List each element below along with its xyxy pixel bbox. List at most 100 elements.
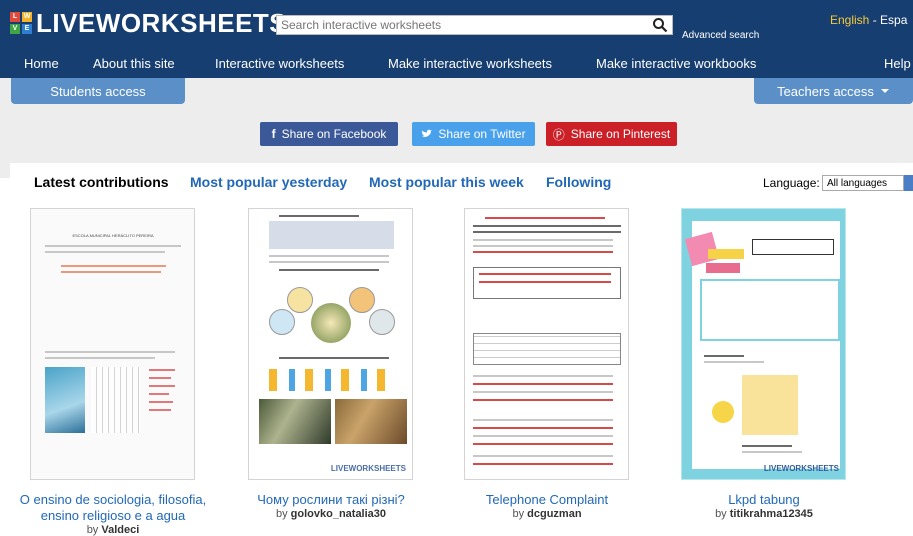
search-input[interactable]: [277, 16, 645, 34]
thumbnail-text-line: [473, 391, 613, 393]
students-access-tab[interactable]: Students access: [11, 78, 185, 104]
tab-following[interactable]: Following: [546, 174, 611, 190]
liveworksheets-watermark: LIVEWORKSHEETS: [330, 464, 406, 473]
nav-make-worksheets[interactable]: Make interactive worksheets: [388, 56, 552, 71]
lang-english-link[interactable]: English: [830, 13, 869, 27]
share-twitter-button[interactable]: Share on Twitter: [412, 122, 535, 146]
logo-tile-e: E: [22, 24, 32, 34]
plant-image: [311, 303, 351, 343]
author-name[interactable]: golovko_natalia30: [291, 508, 386, 520]
teachers-access-tab[interactable]: Teachers access: [754, 78, 913, 104]
share-twitter-label: Share on Twitter: [438, 127, 526, 141]
thumbnail-school-header: ESCOLA MUNICIPAL HERÁCLITO PEREIRA: [72, 233, 154, 238]
teachers-access-label: Teachers access: [777, 83, 874, 99]
thumbnail-text-line: [61, 265, 166, 267]
worksheet-author-2: by golovko_natalia30: [226, 508, 436, 520]
thumbnail-text-line: [742, 451, 802, 453]
share-pinterest-button[interactable]: Ⓟ Share on Pinterest: [546, 122, 677, 146]
author-name[interactable]: Valdeci: [101, 524, 139, 536]
search-icon[interactable]: [652, 17, 668, 33]
logo-tiles-icon: L W V E: [10, 12, 32, 34]
thumbnail-text-line: [45, 351, 175, 353]
thumbnail-text-line: [45, 357, 155, 359]
pinterest-icon: Ⓟ: [552, 127, 565, 142]
label-tag: [706, 263, 740, 273]
thumbnail-text-line: [279, 215, 359, 217]
thumbnail-text-line: [473, 239, 613, 241]
thumbnail-text-line: [704, 361, 764, 363]
lang-separator: -: [872, 13, 877, 27]
main-nav: Home About this site Interactive workshe…: [0, 48, 913, 78]
lang-espanol-link[interactable]: Espa: [880, 13, 907, 27]
worksheet-author-4: by titikrahma12345: [659, 508, 869, 520]
thumbnail-text-line: [479, 273, 611, 275]
advanced-search-link[interactable]: Advanced search: [682, 30, 759, 41]
instruction-box: [473, 267, 621, 299]
language-links: English - Espa: [830, 13, 907, 27]
by-label: by: [275, 508, 288, 520]
share-facebook-label: Share on Facebook: [281, 127, 387, 141]
author-name[interactable]: dcguzman: [527, 508, 581, 520]
worksheet-thumbnail-1[interactable]: ESCOLA MUNICIPAL HERÁCLITO PEREIRA: [30, 208, 195, 480]
thumbnail-text-line: [45, 245, 181, 247]
worksheet-title-1-line2[interactable]: ensino religioso e a agua: [8, 508, 218, 523]
thumbnail-text-line: [473, 455, 613, 457]
duck-icon: [712, 401, 734, 423]
site-logo[interactable]: L W V E LIVEWORKSHEETS: [10, 8, 287, 38]
facebook-icon: f: [271, 127, 276, 141]
worksheet-thumbnail-2[interactable]: LIVEWORKSHEETS: [248, 208, 413, 480]
share-pinterest-label: Share on Pinterest: [570, 127, 671, 141]
by-label: by: [512, 508, 525, 520]
tab-most-popular-yesterday[interactable]: Most popular yesterday: [190, 174, 347, 190]
caret-down-icon: [880, 89, 889, 93]
nav-help[interactable]: Help: [884, 56, 911, 71]
students-access-label: Students access: [50, 83, 146, 99]
nav-about[interactable]: About this site: [93, 56, 175, 71]
thumbnail-text-line: [473, 463, 613, 465]
word-search-grid: [91, 367, 141, 433]
pond-photo: [259, 399, 331, 444]
share-facebook-button[interactable]: f Share on Facebook: [260, 122, 398, 146]
nav-home[interactable]: Home: [24, 56, 59, 71]
thumbnail-text-line: [473, 231, 621, 233]
nav-make-workbooks[interactable]: Make interactive workbooks: [596, 56, 756, 71]
thumbnail-text-line: [742, 445, 792, 447]
select-arrow-icon[interactable]: [904, 175, 913, 191]
author-name[interactable]: titikrahma12345: [730, 508, 813, 520]
plant-circle-image: [287, 287, 313, 313]
language-select[interactable]: All languages: [822, 175, 904, 191]
by-label: by: [715, 508, 727, 520]
thumbnail-text-line: [473, 251, 613, 253]
logo-tile-l: L: [10, 12, 20, 22]
tab-latest-contributions[interactable]: Latest contributions: [34, 174, 169, 190]
thumbnail-text-line: [473, 245, 613, 247]
search-box[interactable]: [276, 15, 673, 35]
thumbnail-text-line: [479, 281, 611, 283]
thumbnail-text-line: [279, 269, 379, 271]
sun-water-icons: [269, 369, 389, 391]
logo-tile-w: W: [22, 12, 32, 22]
thumbnail-text-line: [473, 375, 613, 377]
label-tag: [708, 249, 744, 259]
word-box: [269, 221, 394, 249]
twitter-icon: [422, 129, 433, 137]
tab-most-popular-week[interactable]: Most popular this week: [369, 174, 524, 190]
water-image: [45, 367, 85, 433]
by-label: by: [86, 524, 99, 536]
worksheet-author-1: by Valdeci: [8, 524, 218, 536]
worksheet-thumbnail-3[interactable]: [464, 208, 629, 480]
thumbnail-text-line: [45, 251, 165, 253]
worksheet-thumbnail-4[interactable]: LIVEWORKSHEETS: [681, 208, 846, 480]
worksheet-title-2[interactable]: Чому рослини такі різні?: [226, 492, 436, 507]
desert-photo: [335, 399, 407, 444]
nav-interactive-worksheets[interactable]: Interactive worksheets: [215, 56, 344, 71]
worksheet-title-4[interactable]: Lkpd tabung: [659, 492, 869, 507]
thumbnail-text-line: [473, 399, 613, 401]
worksheet-title-1-line1[interactable]: O ensino de sociologia, filosofia,: [8, 492, 218, 507]
plant-circle-image: [269, 309, 295, 335]
thumbnail-text-line: [61, 271, 161, 273]
top-header: L W V E LIVEWORKSHEETS Advanced search E…: [0, 0, 913, 48]
worksheet-title-3[interactable]: Telephone Complaint: [442, 492, 652, 507]
name-box: [752, 239, 834, 255]
thumbnail-text-line: [473, 419, 613, 421]
